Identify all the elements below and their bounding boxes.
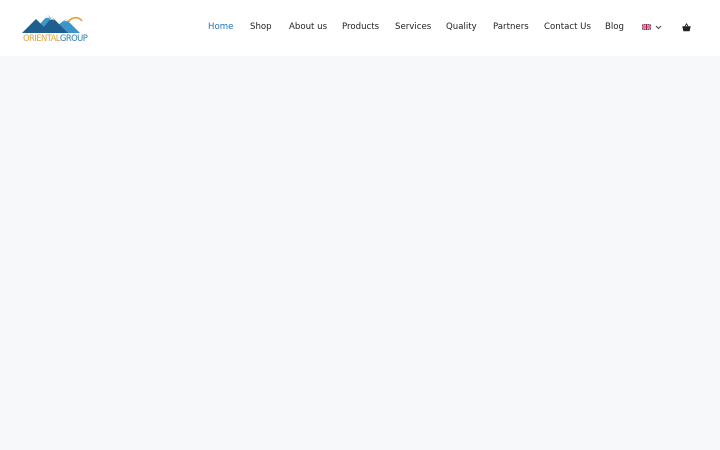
site-header: ORIENTALGROUP Home Shop About us Product… [0,0,720,56]
uk-flag-icon[interactable] [642,24,651,30]
nav-item-partners[interactable]: Partners [493,21,529,34]
nav-item-quality[interactable]: Quality [446,21,477,34]
page-content [0,56,720,450]
nav-item-services[interactable]: Services [395,21,431,34]
nav-item-products[interactable]: Products [342,21,379,34]
nav-item-blog[interactable]: Blog [605,21,624,34]
nav-item-about-us[interactable]: About us [289,21,327,34]
main-navigation: Home Shop About us Products Services Qua… [0,0,720,56]
nav-item-shop[interactable]: Shop [250,21,272,34]
nav-item-home[interactable]: Home [208,21,233,34]
shopping-basket-icon[interactable] [682,23,691,32]
nav-item-contact-us[interactable]: Contact Us [544,21,591,34]
chevron-down-icon[interactable] [655,24,662,30]
